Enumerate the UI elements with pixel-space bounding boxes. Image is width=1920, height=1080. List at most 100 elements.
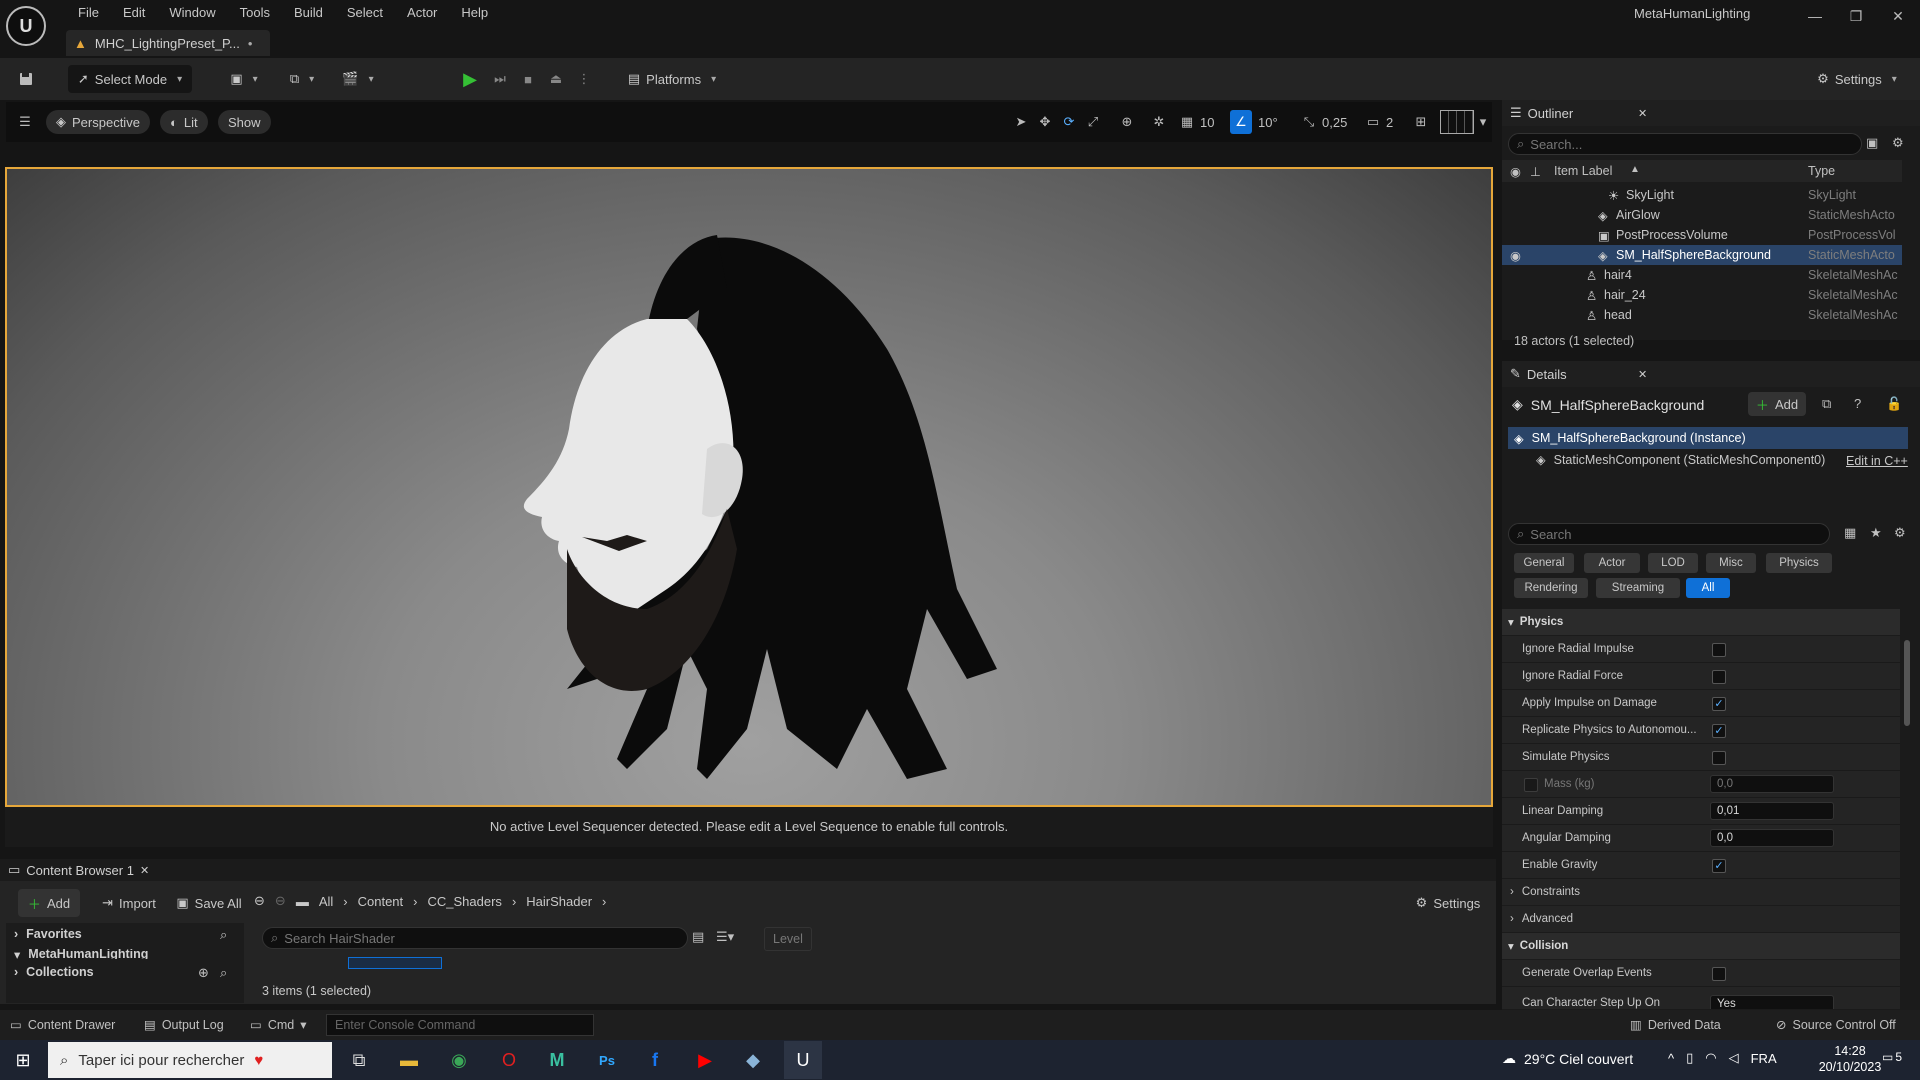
outliner-row-postprocess[interactable]: ▣ PostProcessVolume PostProcessVol — [1502, 225, 1902, 245]
settings-dropdown[interactable]: ⚙ Settings — [1810, 65, 1904, 93]
constraints-subsection[interactable]: › Constraints — [1502, 879, 1900, 905]
rotate-tool-icon[interactable]: ⟳ — [1058, 110, 1080, 134]
stop-icon[interactable]: ■ — [514, 65, 542, 93]
filter-misc[interactable]: Misc — [1706, 553, 1756, 573]
menu-edit[interactable]: Edit — [111, 5, 157, 20]
can-step-up-select[interactable]: Yes — [1710, 995, 1834, 1009]
mass-input[interactable]: 0,0 — [1710, 775, 1834, 793]
collision-section[interactable]: ▾ Collision — [1502, 933, 1900, 959]
asset-thumbnail[interactable] — [348, 957, 442, 969]
console-command-input[interactable]: Enter Console Command — [326, 1014, 594, 1036]
advanced-subsection[interactable]: › Advanced — [1502, 906, 1900, 932]
hamburger-menu-icon[interactable]: ☰ — [14, 110, 36, 134]
edit-in-cpp-link[interactable]: Edit in C++ — [1846, 454, 1908, 468]
favorites-header[interactable]: › Favorites — [14, 927, 82, 941]
star-icon[interactable]: ★ — [1870, 525, 1882, 541]
outliner-search-input[interactable]: ⌕ Search... — [1508, 133, 1862, 155]
item-label-column[interactable]: Item Label — [1554, 164, 1612, 178]
menu-window[interactable]: Window — [157, 5, 227, 20]
weather-widget[interactable]: ☁ 29°C Ciel couvert — [1502, 1050, 1633, 1067]
grid-snap-value[interactable]: 10 — [1200, 115, 1214, 130]
save-search-icon[interactable]: ▤ — [692, 929, 704, 945]
output-log-button[interactable]: ▤ Output Log — [144, 1017, 224, 1033]
scale-tool-icon[interactable]: ⤢ — [1082, 110, 1104, 134]
scale-snap-icon[interactable]: ⤡ — [1298, 110, 1320, 134]
select-mode-dropdown[interactable]: ➚ Select Mode — [68, 65, 192, 93]
derived-data-button[interactable]: ▥ Derived Data — [1630, 1017, 1721, 1033]
device-icon[interactable]: ▯ — [1686, 1050, 1693, 1066]
opera-icon[interactable]: O — [490, 1041, 528, 1079]
search-icon[interactable]: ⌕ — [220, 927, 227, 943]
history-forward-icon[interactable]: ⊖ — [275, 893, 286, 909]
level-document-tab[interactable]: ▲ MHC_LightingPreset_P... • — [66, 30, 270, 56]
angular-damping-input[interactable]: 0,0 — [1710, 829, 1834, 847]
grid-snap-icon[interactable]: ▦ — [1176, 110, 1198, 134]
surface-snap-icon[interactable]: ✲ — [1148, 110, 1170, 134]
cmd-dropdown[interactable]: ▭ Cmd ▾ — [250, 1017, 307, 1033]
breadcrumb-content[interactable]: Content — [358, 894, 404, 909]
close-icon[interactable]: ✕ — [1878, 4, 1918, 28]
camera-speed-icon[interactable]: ▭ — [1362, 110, 1384, 134]
table-view-icon[interactable]: ▦ — [1844, 525, 1856, 541]
clock[interactable]: 14:28 20/10/2023 — [1812, 1043, 1888, 1075]
skip-icon[interactable]: ⏭ — [486, 65, 514, 93]
add-collection-icon[interactable]: ⊕ — [198, 965, 209, 981]
collections-header[interactable]: › Collections — [14, 965, 94, 979]
component-instance-row[interactable]: ◈ SM_HalfSphereBackground (Instance) — [1508, 427, 1908, 449]
scale-snap-value[interactable]: 0,25 — [1322, 115, 1347, 130]
language-indicator[interactable]: FRA — [1751, 1051, 1777, 1066]
menu-select[interactable]: Select — [335, 5, 395, 20]
cb-search-input[interactable]: ⌕ Search HairShader — [262, 927, 688, 949]
perspective-button[interactable]: ◈ Perspective — [46, 110, 150, 134]
menu-build[interactable]: Build — [282, 5, 335, 20]
breadcrumb-hairshader[interactable]: HairShader — [526, 894, 592, 909]
enable-gravity-checkbox[interactable]: ✓ — [1712, 859, 1726, 873]
details-search-input[interactable]: ⌕ Search — [1508, 523, 1830, 545]
filter-streaming[interactable]: Streaming — [1596, 578, 1680, 598]
volume-icon[interactable]: ◁ — [1729, 1050, 1739, 1066]
blueprint-icon[interactable]: ⧉ — [1822, 396, 1831, 412]
translate-tool-icon[interactable]: ✥ — [1034, 110, 1056, 134]
play-icon[interactable]: ▶ — [456, 65, 484, 93]
breadcrumb-cc-shaders[interactable]: CC_Shaders — [428, 894, 502, 909]
filter-icon[interactable]: ☰▾ — [716, 929, 734, 945]
wifi-icon[interactable]: ◠ — [1705, 1050, 1716, 1066]
restore-icon[interactable]: ❐ — [1836, 4, 1876, 28]
layout-icon[interactable]: ⊞ — [1410, 110, 1432, 134]
cinematics-icon[interactable]: 🎬 — [338, 65, 378, 93]
rotation-snap-icon[interactable]: ∠ — [1230, 110, 1252, 134]
minimize-icon[interactable]: — — [1795, 4, 1835, 28]
filter-general[interactable]: General — [1514, 553, 1574, 573]
unreal-engine-taskbar-icon[interactable]: U — [784, 1041, 822, 1079]
outliner-row-halfsphere[interactable]: ◉ ◈ SM_HalfSphereBackground StaticMeshAc… — [1502, 245, 1902, 265]
lock-icon[interactable]: 🔓 — [1886, 396, 1902, 412]
project-header[interactable]: ▾ MetaHumanLighting — [14, 949, 148, 959]
pin-icon[interactable]: ⊥ — [1530, 164, 1541, 179]
outliner-row-head[interactable]: ♙ head SkeletalMeshAc — [1502, 305, 1902, 325]
unreal-logo-icon[interactable]: U — [6, 6, 46, 46]
linear-damping-input[interactable]: 0,01 — [1710, 802, 1834, 820]
filter-physics[interactable]: Physics — [1766, 553, 1832, 573]
metahuman-app-icon[interactable]: M — [538, 1041, 576, 1079]
camera-speed-value[interactable]: 2 — [1386, 115, 1393, 130]
show-button[interactable]: Show — [218, 110, 271, 134]
static-mesh-component-row[interactable]: ◈ StaticMeshComponent (StaticMeshCompone… — [1536, 452, 1825, 468]
outliner-row-skylight[interactable]: ☀ SkyLight SkyLight — [1502, 185, 1902, 205]
generate-overlap-checkbox[interactable] — [1712, 967, 1726, 981]
photoshop-icon[interactable]: Ps — [588, 1041, 626, 1079]
replicate-physics-checkbox[interactable]: ✓ — [1712, 724, 1726, 738]
world-space-icon[interactable]: ⊕ — [1116, 110, 1138, 134]
blueprints-icon[interactable]: ⧉ — [282, 65, 322, 93]
ignore-radial-impulse-checkbox[interactable] — [1712, 643, 1726, 657]
history-back-icon[interactable]: ⊖ — [254, 893, 265, 909]
help-icon[interactable]: ? — [1854, 396, 1861, 411]
folder-root-icon[interactable]: ▬ — [296, 894, 309, 909]
outliner-row-airglow[interactable]: ◈ AirGlow StaticMeshActo — [1502, 205, 1902, 225]
file-explorer-icon[interactable]: ▬ — [390, 1041, 428, 1079]
details-add-button[interactable]: ＋ Add — [1748, 392, 1806, 416]
menu-actor[interactable]: Actor — [395, 5, 449, 20]
chevron-down-icon[interactable]: ▾ — [1472, 110, 1494, 134]
breadcrumb-all[interactable]: All — [319, 894, 333, 909]
menu-tools[interactable]: Tools — [228, 5, 282, 20]
filter-lod[interactable]: LOD — [1648, 553, 1698, 573]
